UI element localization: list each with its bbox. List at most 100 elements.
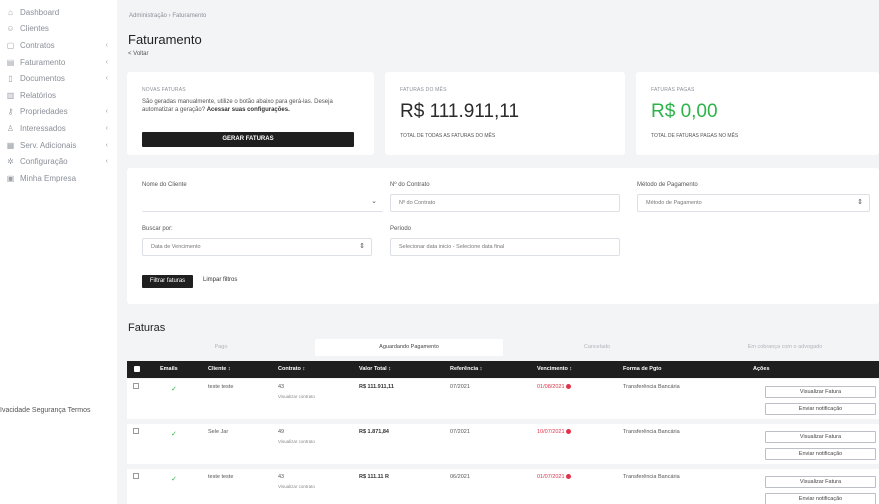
cliente-cell: teste teste <box>208 474 234 480</box>
buscar-select[interactable]: Data de Vencimento ⇕ <box>142 238 372 256</box>
referencia-cell: 07/2021 <box>450 429 470 435</box>
sidebar-item-label: Faturamento <box>20 57 66 67</box>
forma-pgto-cell: Transferência Bancária <box>623 384 680 390</box>
building-icon: ▣ <box>6 173 15 183</box>
valor-cell: R$ 1.871,84 <box>359 429 389 435</box>
cliente-label: Nome do Cliente <box>142 182 187 188</box>
back-link[interactable]: < Voltar <box>128 51 149 57</box>
forma-pgto-cell: Transferência Bancária <box>623 474 680 480</box>
contrato-cell: 49 <box>278 429 285 435</box>
contrato-label: Nº do Contrato <box>390 182 430 188</box>
col-contrato[interactable]: Contrato ↕ <box>278 361 305 378</box>
vencimento-cell: 01/07/2021 <box>537 474 571 480</box>
tab-0[interactable]: Pago <box>127 339 315 356</box>
tab-3[interactable]: Em cobrança com o advogado <box>691 339 879 356</box>
breadcrumb[interactable]: Administração › Faturamento <box>129 13 206 19</box>
sidebar-item-interessados[interactable]: ♙ Interessados ‹ <box>0 120 117 137</box>
col-vencimento[interactable]: Vencimento ↕ <box>537 361 572 378</box>
card-label: NOVAS FATURAS <box>142 87 186 93</box>
chevron-left-icon: ‹ <box>105 75 108 83</box>
chevron-left-icon: ‹ <box>105 158 108 166</box>
billing-icon: ▤ <box>6 57 15 67</box>
faturas-pagas-value: R$ 0,00 <box>651 101 718 122</box>
periodo-label: Período <box>390 226 412 232</box>
cliente-cell: teste teste <box>208 384 234 390</box>
visualizar-contrato-link[interactable]: Visualizar contrato <box>278 484 315 489</box>
chevron-left-icon: ‹ <box>105 141 108 149</box>
chevron-left-icon: ‹ <box>105 58 108 66</box>
vencimento-value: 10/07/2021 <box>537 429 565 435</box>
sidebar-item-relat-rios[interactable]: ▥ Relatórios <box>0 87 117 104</box>
sidebar-item-contratos[interactable]: ▢ Contratos ‹ <box>0 37 117 54</box>
contrato-input[interactable]: Nº do Contrato <box>390 194 620 212</box>
row-checkbox[interactable] <box>133 428 139 434</box>
status-tabs: Pago Aguardando Pagamento Cancelado Em cobr… <box>127 339 879 356</box>
col-valor[interactable]: Valor Total ↕ <box>359 361 391 378</box>
novas-faturas-card: NOVAS FATURAS São geradas manualmente, u… <box>127 72 374 155</box>
main-content: Administração › Faturamento Faturamento … <box>117 0 879 504</box>
chevron-left-icon: ‹ <box>105 124 108 132</box>
enviar-notificacao-button[interactable]: Enviar notificação <box>765 403 876 415</box>
visualizar-fatura-button[interactable]: Visualizar Fatura <box>765 431 876 443</box>
chart-icon: ▥ <box>6 90 15 100</box>
enviar-notificacao-button[interactable]: Enviar notificação <box>765 493 876 504</box>
col-acoes: Ações <box>753 366 770 372</box>
visualizar-contrato-link[interactable]: Visualizar contrato <box>278 394 315 399</box>
sidebar-item-faturamento[interactable]: ▤ Faturamento ‹ <box>0 54 117 71</box>
vencimento-value: 01/08/2021 <box>537 384 565 390</box>
referencia-cell: 06/2021 <box>450 474 470 480</box>
people-icon: ♙ <box>6 123 15 133</box>
cliente-select[interactable]: ⌄ <box>142 194 383 212</box>
sidebar-item-minha-empresa[interactable]: ▣ Minha Empresa <box>0 170 117 187</box>
vencimento-value: 01/07/2021 <box>537 474 565 480</box>
enviar-notificacao-button[interactable]: Enviar notificação <box>765 448 876 460</box>
faturas-pagas-card: FATURAS PAGAS R$ 0,00 TOTAL DE FATURAS P… <box>636 72 879 155</box>
faturas-title: Faturas <box>128 322 166 334</box>
sidebar-item-propriedades[interactable]: ⚷ Propriedades ‹ <box>0 104 117 121</box>
settings-link[interactable]: Acessar suas configurações. <box>207 107 290 113</box>
check-icon: ✓ <box>171 431 177 438</box>
row-checkbox[interactable] <box>133 473 139 479</box>
visualizar-fatura-button[interactable]: Visualizar Fatura <box>765 386 876 398</box>
valor-cell: R$ 111.11 R <box>359 474 389 480</box>
page-title: Faturamento <box>128 32 202 47</box>
card-description: São geradas manualmente, utilize o botão… <box>142 98 357 114</box>
col-cliente[interactable]: Cliente ↕ <box>208 361 231 378</box>
sidebar-item-label: Interessados <box>20 123 66 133</box>
filtrar-button[interactable]: Filtrar faturas <box>142 275 193 288</box>
home-icon: ⌂ <box>8 7 13 17</box>
vencimento-cell: 01/08/2021 <box>537 384 571 390</box>
tab-1[interactable]: Aguardando Pagamento <box>315 339 503 356</box>
visualizar-fatura-button[interactable]: Visualizar Fatura <box>765 476 876 488</box>
user-icon: ☺ <box>6 24 15 34</box>
contrato-placeholder: Nº do Contrato <box>399 200 436 206</box>
sidebar-item-documentos[interactable]: ▯ Documentos ‹ <box>0 70 117 87</box>
card-subtitle: TOTAL DE FATURAS PAGAS NO MÊS <box>651 133 739 139</box>
forma-pgto-cell: Transferência Bancária <box>623 429 680 435</box>
check-icon: ✓ <box>171 476 177 483</box>
metodo-select[interactable]: Método de Pagamento ⇕ <box>637 194 870 212</box>
sidebar-item-dashboard[interactable]: ⌂ Dashboard <box>0 4 117 21</box>
limpar-filtros-link[interactable]: Limpar filtros <box>203 277 237 283</box>
sidebar-item-clientes[interactable]: ☺ Clientes <box>0 21 117 38</box>
gerar-faturas-button[interactable]: GERAR FATURAS <box>142 132 354 147</box>
faturas-mes-card: FATURAS DO MÊS R$ 111.911,11 TOTAL DE TO… <box>385 72 625 155</box>
tab-2[interactable]: Cancelado <box>503 339 691 356</box>
card-subtitle: TOTAL DE TODAS AS FATURAS DO MÊS <box>400 133 496 139</box>
periodo-input[interactable]: Selecionar data inicio - Selecione data … <box>390 238 620 256</box>
select-all-checkbox[interactable] <box>134 366 140 372</box>
card-label: FATURAS DO MÊS <box>400 87 447 93</box>
sidebar-item-serv-adicionais[interactable]: ▦ Serv. Adicionais ‹ <box>0 137 117 154</box>
sidebar-item-configura-o[interactable]: ✲ Configuração ‹ <box>0 153 117 170</box>
chevron-down-icon: ⌄ <box>371 198 377 205</box>
col-forma-pgto: Forma de Pgto <box>623 366 662 372</box>
chevron-left-icon: ‹ <box>105 108 108 116</box>
col-referencia[interactable]: Referência ↕ <box>450 361 482 378</box>
row-checkbox[interactable] <box>133 383 139 389</box>
valor-cell: R$ 111.911,11 <box>359 384 394 390</box>
buscar-label: Buscar por: <box>142 226 173 232</box>
visualizar-contrato-link[interactable]: Visualizar contrato <box>278 439 315 444</box>
footer-links[interactable]: Ivacidade Segurança Termos <box>0 407 91 414</box>
table-row: ✓ teste teste 43 Visualizar contrato R$ 111.… <box>127 469 879 504</box>
table-row: ✓ teste teste 43 Visualizar contrato R$ 111.… <box>127 379 879 419</box>
